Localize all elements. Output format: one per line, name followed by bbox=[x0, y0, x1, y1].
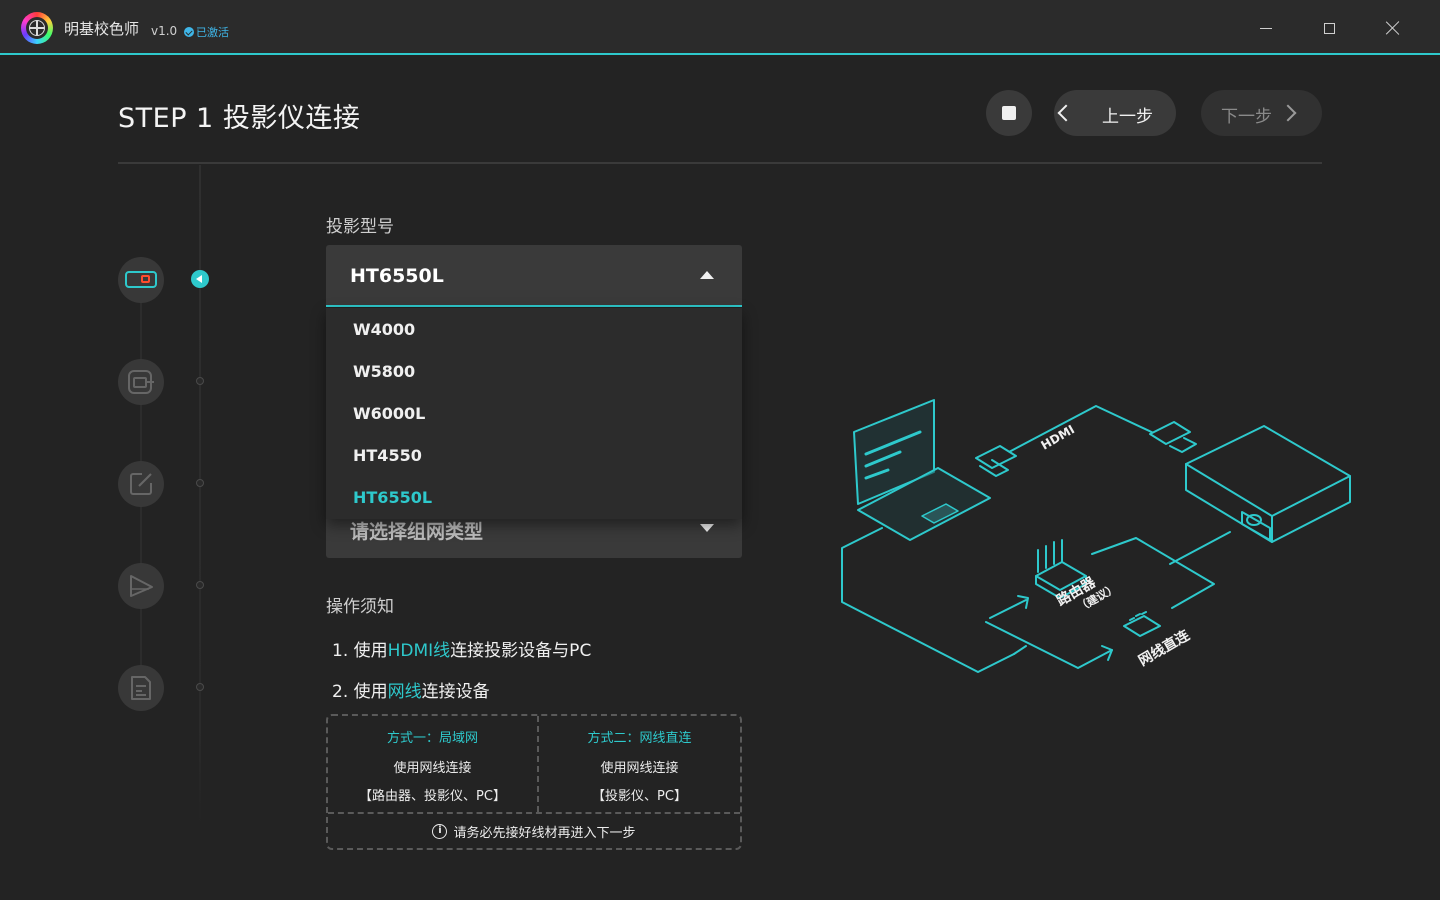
header-divider bbox=[118, 162, 1322, 164]
crosshair-icon bbox=[29, 20, 45, 36]
activation-badge: 已激活 bbox=[184, 24, 229, 40]
minimize-icon bbox=[1260, 27, 1272, 29]
instruction-highlight: HDMI线 bbox=[387, 641, 451, 661]
laptop-icon bbox=[853, 399, 991, 541]
instruction-text: 连接投影设备与PC bbox=[450, 641, 592, 661]
chevron-right-icon bbox=[1279, 104, 1297, 122]
step-edit[interactable] bbox=[118, 461, 164, 507]
method-title: 方式一：局域网 bbox=[386, 731, 478, 746]
maximize-icon bbox=[1323, 22, 1335, 34]
method-desc: 使用网线连接 bbox=[393, 761, 472, 776]
model-select[interactable]: HT6550L bbox=[326, 245, 742, 307]
connection-methods-box: 方式一：局域网 使用网线连接 【路由器、投影仪、PC】 方式二：网线直连 使用网… bbox=[326, 714, 742, 850]
display-icon bbox=[128, 370, 154, 394]
prev-button[interactable]: 上一步 bbox=[1054, 90, 1176, 136]
stop-button[interactable] bbox=[986, 90, 1032, 136]
ethernet-plug-icon bbox=[1123, 611, 1161, 637]
close-button[interactable] bbox=[1379, 14, 1407, 42]
instruction-highlight: 网线 bbox=[387, 682, 422, 702]
title-bar: 明基校色师 v1.0 已激活 bbox=[0, 0, 1440, 55]
dropdown-item-w6000l[interactable]: W6000L bbox=[326, 392, 742, 434]
step-display[interactable] bbox=[118, 359, 164, 405]
step-dot bbox=[196, 479, 204, 487]
projector-device-icon bbox=[1185, 425, 1351, 543]
step-dot bbox=[196, 581, 204, 589]
model-select-value: HT6550L bbox=[350, 265, 444, 287]
instruction-step-2: 2. 使用网线连接设备 bbox=[332, 677, 490, 702]
network-type-placeholder: 请选择组网类型 bbox=[350, 521, 484, 543]
chevron-left-icon bbox=[1057, 104, 1075, 122]
triangle-icon bbox=[130, 575, 153, 597]
dropdown-item-w5800[interactable]: W5800 bbox=[326, 350, 742, 392]
method-direct: 方式二：网线直连 使用网线连接 【投影仪、PC】 bbox=[539, 716, 740, 812]
instruction-text: 1. 使用 bbox=[332, 641, 388, 661]
step-dot bbox=[196, 683, 204, 691]
model-label: 投影型号 bbox=[326, 217, 394, 237]
notice: i 请务必先接好线材再进入下一步 bbox=[328, 822, 740, 841]
method-title: 方式二：网线直连 bbox=[587, 731, 692, 746]
step-rail bbox=[199, 165, 201, 825]
edit-icon bbox=[130, 473, 152, 495]
document-icon bbox=[131, 676, 151, 700]
next-button[interactable]: 下一步 bbox=[1201, 90, 1322, 136]
step-projector[interactable] bbox=[118, 257, 164, 303]
stop-icon bbox=[1002, 106, 1016, 120]
instruction-text: 连接设备 bbox=[421, 682, 490, 702]
maximize-button[interactable] bbox=[1315, 14, 1343, 42]
activation-status: 已激活 bbox=[196, 26, 229, 39]
instruction-text: 2. 使用 bbox=[332, 682, 388, 702]
prev-label: 上一步 bbox=[1102, 107, 1153, 127]
page-title: STEP 1 投影仪连接 bbox=[118, 103, 361, 134]
method-devices: 【路由器、投影仪、PC】 bbox=[359, 789, 506, 804]
dropdown-item-ht4550[interactable]: HT4550 bbox=[326, 434, 742, 476]
next-label: 下一步 bbox=[1221, 107, 1272, 127]
method-devices: 【投影仪、PC】 bbox=[592, 789, 687, 804]
step-document[interactable] bbox=[118, 665, 164, 711]
hdmi-plug-right-icon bbox=[1149, 421, 1197, 453]
app-version: v1.0 bbox=[151, 24, 178, 38]
app-name: 明基校色师 bbox=[64, 20, 140, 38]
connection-diagram: HDMI 路由器 （建议） 网线直连 bbox=[841, 399, 1351, 673]
check-icon bbox=[184, 27, 194, 37]
projector-icon bbox=[125, 271, 157, 288]
dropdown-item-ht6550l[interactable]: HT6550L bbox=[326, 476, 742, 518]
arrow-up-icon bbox=[700, 271, 714, 279]
arrow-down-icon bbox=[700, 524, 714, 532]
instructions-title: 操作须知 bbox=[326, 597, 394, 617]
step-dot bbox=[196, 377, 204, 385]
minimize-button[interactable] bbox=[1252, 14, 1280, 42]
method-lan: 方式一：局域网 使用网线连接 【路由器、投影仪、PC】 bbox=[328, 716, 537, 812]
method-desc: 使用网线连接 bbox=[600, 761, 679, 776]
step-dot-active bbox=[191, 270, 209, 288]
notice-text: 请务必先接好线材再进入下一步 bbox=[453, 826, 636, 841]
model-dropdown: W4000 W5800 W6000L HT4550 HT6550L bbox=[326, 308, 742, 519]
divider bbox=[328, 812, 740, 814]
info-icon: i bbox=[432, 824, 448, 839]
close-icon bbox=[1386, 21, 1400, 35]
step-play[interactable] bbox=[118, 563, 164, 609]
instruction-step-1: 1. 使用HDMI线连接投影设备与PC bbox=[332, 636, 591, 661]
dropdown-item-w4000[interactable]: W4000 bbox=[326, 308, 742, 350]
